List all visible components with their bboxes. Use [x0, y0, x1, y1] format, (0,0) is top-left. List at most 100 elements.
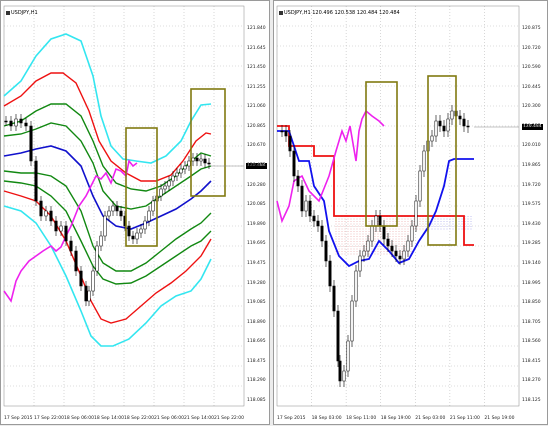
candle-body: [111, 205, 115, 212]
x-tick-label: 18 Sep 22:00: [124, 416, 155, 421]
candle-body: [95, 245, 99, 272]
candle-body: [312, 215, 316, 222]
candle-body: [69, 240, 73, 252]
y-tick-label: 119.890: [247, 221, 266, 227]
candle-body: [450, 110, 454, 120]
candle-body: [175, 172, 179, 177]
right-chart-window[interactable]: USDJPY,H1 120.496 120.538 120.484 120.48…: [273, 0, 548, 425]
candle-body: [24, 122, 28, 127]
chikou-span-magenta: [3, 159, 138, 303]
candle-body: [179, 168, 183, 174]
candle-body: [59, 225, 63, 232]
candle-body: [308, 200, 312, 217]
y-tick-label: 119.695: [247, 241, 266, 247]
candle-body: [280, 130, 284, 133]
candle-body: [324, 240, 328, 262]
candle-body: [187, 160, 191, 167]
y-tick-label: 118.125: [522, 398, 541, 403]
y-tick-label: 118.290: [247, 378, 266, 384]
candle-body: [119, 210, 123, 217]
y-tick-label: 118.995: [522, 280, 541, 286]
candle-body: [147, 210, 151, 222]
candle-body: [358, 255, 362, 272]
candle-body: [191, 157, 195, 162]
candle-body: [207, 162, 211, 165]
y-tick-label: 120.475: [247, 163, 266, 169]
candle-body: [99, 235, 103, 247]
x-tick-label: 17 Sep 2015: [277, 416, 306, 421]
candle-body: [442, 125, 446, 132]
y-tick-label: 118.085: [247, 398, 266, 403]
y-tick-label: 121.255: [247, 84, 266, 90]
candle-body: [410, 225, 414, 242]
candle-body: [366, 240, 370, 252]
candle-body: [199, 158, 203, 162]
y-tick-label: 118.850: [522, 300, 541, 306]
y-tick-label: 119.280: [247, 280, 266, 286]
candle-body: [195, 157, 199, 162]
x-tick-label: 18 Sep 19:00: [380, 416, 411, 421]
candle-body: [203, 158, 207, 164]
candle-body: [39, 200, 43, 217]
x-tick-label: 21 Sep 14:00: [184, 416, 215, 421]
x-tick-label: 17 Sep 2015: [4, 416, 33, 421]
candle-body: [135, 232, 139, 240]
candle-body: [438, 120, 442, 127]
candle-body: [418, 170, 422, 202]
candle-body: [316, 220, 320, 227]
y-tick-label: 119.720: [522, 182, 541, 188]
y-tick-label: 118.890: [247, 319, 266, 325]
candle-body: [370, 225, 374, 242]
candle-body: [320, 225, 324, 242]
candle-body: [422, 150, 426, 172]
candle-body: [115, 205, 119, 212]
candle-body: [139, 228, 143, 234]
candle-body: [183, 165, 187, 170]
candle-body: [34, 160, 38, 202]
candle-body: [74, 250, 78, 272]
y-tick-label: 119.140: [522, 260, 541, 266]
highlight-box-1: [365, 81, 398, 227]
candle-body: [406, 240, 410, 252]
y-tick-label: 118.705: [522, 319, 541, 325]
left-chart-canvas[interactable]: [1, 1, 271, 426]
candle-body: [386, 238, 390, 247]
candle-body: [338, 360, 342, 382]
candle-body: [292, 150, 296, 177]
candle-body: [374, 215, 378, 227]
y-tick-label: 120.720: [522, 45, 541, 51]
candle-body: [382, 225, 386, 240]
candle-body: [284, 130, 288, 137]
x-tick-label: 18 Sep 06:00: [64, 416, 95, 421]
candle-body: [296, 175, 300, 187]
candle-body: [304, 200, 308, 212]
candle-body: [127, 225, 131, 237]
y-tick-label: 121.060: [247, 104, 266, 110]
y-tick-label: 120.670: [247, 143, 266, 149]
candle-body: [434, 120, 438, 137]
candle-body: [342, 370, 346, 382]
y-tick-label: 118.560: [522, 339, 541, 345]
candle-body: [131, 235, 135, 240]
candle-body: [151, 200, 155, 212]
y-tick-label: 120.865: [247, 123, 266, 129]
candle-body: [402, 250, 406, 260]
candle-body: [44, 210, 48, 217]
x-tick-label: 17 Sep 22:00: [34, 416, 65, 421]
candle-body: [4, 120, 8, 123]
candle-body: [288, 135, 292, 152]
candle-body: [79, 270, 83, 287]
y-tick-label: 121.645: [247, 45, 266, 51]
left-chart-window[interactable]: USDJPY,H1 120.484 121.840 121.645 121.450 1…: [0, 0, 270, 425]
y-tick-label: 120.280: [247, 182, 266, 188]
candle-body: [54, 220, 58, 232]
candle-body: [171, 175, 175, 182]
candle-body: [462, 118, 466, 127]
y-tick-label: 120.085: [247, 202, 266, 208]
right-chart-canvas[interactable]: [274, 1, 548, 426]
candle-body: [390, 245, 394, 252]
candle-body: [84, 285, 88, 302]
candle-body: [167, 180, 171, 187]
y-tick-label: 120.300: [522, 104, 541, 110]
y-tick-label: 119.285: [522, 241, 541, 247]
